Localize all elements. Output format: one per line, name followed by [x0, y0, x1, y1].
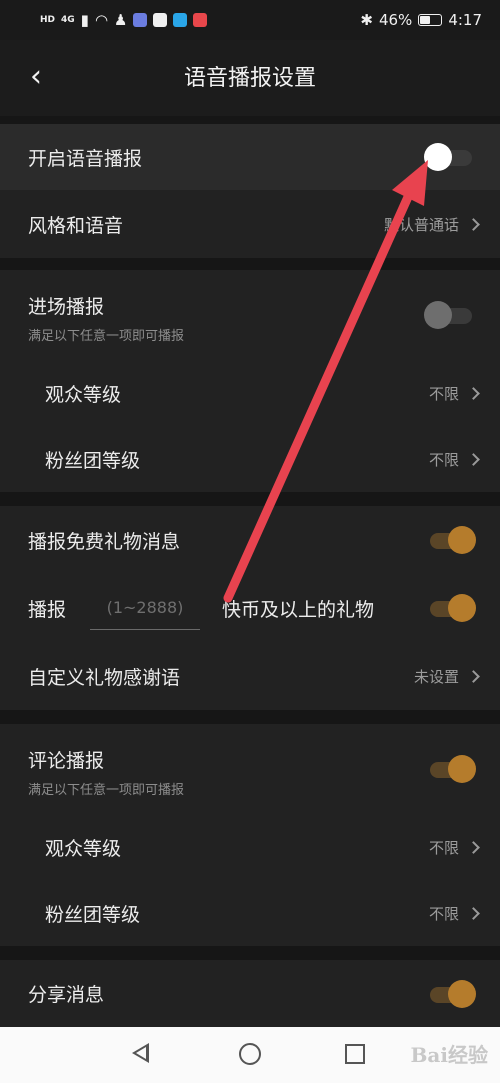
row-custom-thanks[interactable]: 自定义礼物感谢语 未设置	[0, 642, 500, 710]
status-bar: HD 4G ▮ ◠ ♟ ✱ 46% 4:17	[0, 0, 500, 40]
comment-audience-level-value: 不限	[428, 838, 459, 857]
section-general: 开启语音播报 风格和语音 默认普通话	[0, 124, 500, 258]
row-entry-fan-level[interactable]: 粉丝团等级 不限	[0, 426, 500, 492]
battery-icon	[418, 14, 443, 26]
row-comment-fan-level[interactable]: 粉丝团等级 不限	[0, 880, 500, 946]
navigation-bar: Bai经验	[0, 1027, 500, 1083]
chevron-right-icon	[467, 386, 480, 400]
row-comment-broadcast: 评论播报 满足以下任意一项即可播报	[0, 724, 500, 814]
row-entry-audience-level[interactable]: 观众等级 不限	[0, 360, 500, 426]
free-gift-toggle[interactable]	[424, 526, 476, 554]
nav-back-icon[interactable]	[132, 1043, 149, 1063]
comment-fan-level-value: 不限	[428, 904, 459, 923]
red-app-icon	[193, 13, 208, 27]
row-style-voice[interactable]: 风格和语音 默认普通话	[0, 190, 500, 258]
style-voice-label: 风格和语音	[28, 214, 124, 237]
entry-broadcast-toggle[interactable]	[424, 301, 476, 329]
style-voice-value-group: 默认普通话	[383, 214, 480, 235]
signal-icon: ▮	[80, 11, 89, 29]
row-share-message: 分享消息	[0, 960, 500, 1027]
row-entry-broadcast: 进场播报 满足以下任意一项即可播报	[0, 270, 500, 360]
hd-indicator: HD	[40, 15, 56, 25]
comment-audience-level-label: 观众等级	[45, 837, 122, 860]
toggle-knob	[424, 143, 452, 171]
row-gift-threshold: 播报 (1~2888) 快币及以上的礼物	[0, 574, 500, 642]
entry-fan-level-value: 不限	[428, 450, 459, 469]
share-message-label: 分享消息	[28, 984, 105, 1006]
toggle-knob	[448, 594, 476, 622]
chevron-right-icon	[467, 217, 480, 231]
section-entry: 进场播报 满足以下任意一项即可播报 观众等级 不限 粉丝团等级 不限	[0, 270, 500, 492]
comment-broadcast-toggle[interactable]	[424, 755, 476, 783]
entry-audience-level-value: 不限	[428, 384, 459, 403]
watermark: Bai经验	[410, 1043, 488, 1067]
music-app-icon	[133, 13, 148, 27]
section-gifts: 播报免费礼物消息 播报 (1~2888) 快币及以上的礼物 自定义礼物感谢语 未…	[0, 506, 500, 710]
gift-threshold-input[interactable]: (1~2888)	[90, 586, 200, 630]
custom-thanks-label: 自定义礼物感谢语	[28, 666, 181, 689]
comment-broadcast-label: 评论播报	[28, 750, 105, 772]
entry-audience-level-value-group: 不限	[428, 383, 480, 404]
nav-home-icon[interactable]	[239, 1043, 261, 1065]
toggle-knob	[448, 980, 476, 1008]
toggle-knob	[448, 755, 476, 783]
network-indicator: 4G	[61, 15, 75, 25]
entry-broadcast-label: 进场播报	[28, 296, 105, 318]
nav-recent-icon[interactable]	[345, 1044, 365, 1064]
chevron-right-icon	[467, 906, 480, 920]
chevron-right-icon	[467, 669, 480, 683]
status-left: HD 4G ▮ ◠ ♟	[40, 11, 208, 29]
bluetooth-icon: ✱	[360, 11, 373, 29]
battery-percent: 46%	[378, 11, 413, 29]
row-enable-voice: 开启语音播报	[0, 124, 500, 190]
section-comments: 评论播报 满足以下任意一项即可播报 观众等级 不限 粉丝团等级 不限	[0, 724, 500, 946]
comment-fan-level-label: 粉丝团等级	[45, 903, 141, 926]
entry-audience-level-label: 观众等级	[45, 383, 122, 406]
custom-thanks-value-group: 未设置	[413, 666, 480, 687]
style-voice-value: 默认普通话	[383, 215, 459, 234]
row-free-gift: 播报免费礼物消息	[0, 506, 500, 574]
gift-threshold-placeholder: (1~2888)	[106, 598, 184, 617]
share-message-toggle[interactable]	[424, 980, 476, 1008]
chevron-right-icon	[467, 452, 480, 466]
custom-thanks-value: 未设置	[413, 667, 459, 686]
clock: 4:17	[448, 11, 482, 29]
entry-fan-level-label: 粉丝团等级	[45, 449, 141, 472]
comment-broadcast-hint: 满足以下任意一项即可播报	[28, 783, 185, 798]
toggle-knob	[448, 526, 476, 554]
comment-audience-level-value-group: 不限	[428, 837, 480, 858]
gift-threshold-prefix: 播报	[28, 598, 67, 621]
status-right: ✱ 46% 4:17	[360, 11, 482, 29]
enable-voice-label: 开启语音播报	[28, 147, 143, 170]
shield-icon	[153, 13, 168, 27]
page-title: 语音播报设置	[183, 66, 316, 91]
wifi-icon: ◠	[94, 11, 109, 29]
chevron-right-icon	[467, 840, 480, 854]
comment-fan-level-value-group: 不限	[428, 903, 480, 924]
row-comment-audience-level[interactable]: 观众等级 不限	[0, 814, 500, 880]
gift-threshold-suffix: 快币及以上的礼物	[222, 598, 375, 621]
free-gift-label: 播报免费礼物消息	[28, 530, 181, 553]
qq-icon: ♟	[114, 11, 128, 29]
header: ‹ 语音播报设置	[0, 40, 500, 116]
entry-fan-level-value-group: 不限	[428, 449, 480, 470]
search-app-icon	[173, 13, 188, 27]
entry-broadcast-hint: 满足以下任意一项即可播报	[28, 329, 185, 344]
section-share: 分享消息	[0, 960, 500, 1027]
gift-threshold-toggle[interactable]	[424, 594, 476, 622]
enable-voice-toggle[interactable]	[424, 143, 476, 171]
toggle-knob	[424, 301, 452, 329]
